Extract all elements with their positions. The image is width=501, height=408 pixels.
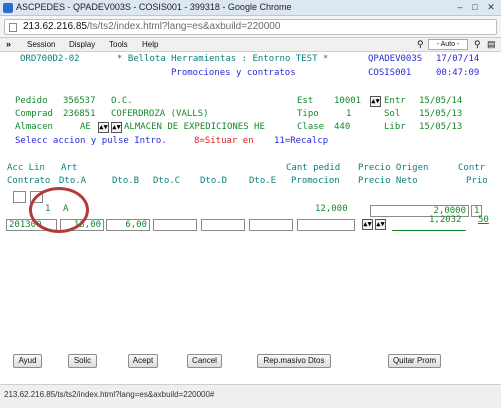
col-dto-b: Dto.B — [112, 176, 140, 186]
print-icon[interactable]: ▤ — [487, 39, 496, 50]
solic-button[interactable]: Solic — [68, 354, 97, 368]
col-prio: Prio — [466, 176, 488, 186]
est-label: Est — [297, 96, 314, 106]
dto-d-input[interactable] — [201, 219, 245, 231]
entr-label: Entr — [384, 96, 406, 106]
quitar-prom-button[interactable]: Quitar Prom — [388, 354, 441, 368]
system-time: 00:47:09 — [436, 68, 480, 78]
comprad-code: 236851 — [63, 109, 96, 119]
dto-e-input[interactable] — [249, 219, 293, 231]
ayud-button[interactable]: Ayud — [13, 354, 42, 368]
entr-value: 15/05/14 — [419, 96, 463, 106]
window-title: ASCPEDES - QPADEV003S - COSIS001 - 39931… — [16, 2, 292, 12]
highlight-circle — [29, 187, 89, 233]
url-path: /ts/ts2/index.html?lang=es&axbuild=22000… — [86, 21, 281, 32]
col-promocion: Promocion — [291, 176, 340, 186]
minimize-icon[interactable]: – — [454, 2, 466, 13]
promocion-input[interactable] — [297, 219, 355, 231]
pedido-value: 356537 — [63, 96, 96, 106]
libr-label: Libr — [384, 122, 406, 132]
promo-prompt2-icon[interactable]: ▲▼ — [375, 219, 386, 230]
url-field[interactable]: 213.62.216.85/ts/ts2/index.html?lang=es&… — [4, 19, 497, 35]
menu-tools[interactable]: Tools — [109, 40, 128, 49]
est-value: 10001 — [334, 96, 362, 106]
col-dto-e: Dto.E — [249, 176, 277, 186]
dto-b-input[interactable]: 6,00 — [106, 219, 150, 231]
acc-input[interactable] — [13, 191, 26, 203]
cancel-button[interactable]: Cancel — [187, 354, 222, 368]
col-contrato: Contrato — [7, 176, 51, 186]
f8-key[interactable]: 8=Situar en — [194, 136, 254, 147]
precio-neto-underline — [392, 230, 466, 231]
pedido-label: Pedido — [15, 96, 48, 106]
status-bar: 213.62.216.85/ts/ts2/index.html?lang=es&… — [0, 384, 501, 408]
screen-subtitle: Promociones y contratos — [171, 68, 296, 78]
key-icon[interactable]: ⚲ — [417, 39, 424, 50]
precio-neto-value: 1,2032 — [429, 215, 462, 225]
user-id: COSIS001 — [368, 68, 412, 78]
emulator-menubar: » Session Display Tools Help ⚲ - Auto - … — [0, 38, 501, 52]
system-date: 17/07/14 — [436, 54, 480, 64]
almacen-code: AE — [80, 122, 91, 132]
libr-value: 15/05/13 — [419, 122, 463, 132]
promo-prompt-icon[interactable]: ▲▼ — [362, 219, 373, 230]
chevron-right-icon[interactable]: » — [6, 39, 11, 49]
col-dto-d: Dto.D — [200, 176, 228, 186]
almacen-name: ALMACEN DE EXPEDICIONES HE — [124, 122, 265, 132]
sol-label: Sol — [384, 109, 401, 119]
terminal-screen: ORD700D2-02 * Bellota Herramientas : Ent… — [0, 52, 501, 384]
url-host: 213.62.216.85 — [23, 21, 87, 32]
tipo-label: Tipo — [297, 109, 319, 119]
almacen-label: Almacen — [15, 122, 53, 132]
window-titlebar: ASCPEDES - QPADEV003S - COSIS001 - 39931… — [0, 0, 501, 16]
col-contr: Contr — [458, 163, 486, 173]
company-line: * Bellota Herramientas : Entorno TEST * — [117, 54, 329, 64]
menu-session[interactable]: Session — [27, 40, 55, 49]
dto-c-input[interactable] — [153, 219, 197, 231]
oc-label: O.C. — [111, 96, 133, 106]
sol-value: 15/05/13 — [419, 109, 463, 119]
address-bar: 213.62.216.85/ts/ts2/index.html?lang=es&… — [0, 16, 501, 38]
col-acc-lin: Acc Lin — [7, 163, 45, 173]
comprad-label: Comprad — [15, 109, 53, 119]
instructions-text: Selecc accion y pulse Intro. — [15, 136, 167, 146]
col-dto-c: Dto.C — [153, 176, 181, 186]
status-url: 213.62.216.85/ts/ts2/index.html?lang=es&… — [4, 390, 215, 399]
device-id: QPADEV003S — [368, 54, 423, 64]
tipo-value: 1 — [346, 109, 352, 119]
clase-value: 440 — [334, 122, 351, 132]
col-precio-origen: Precio Origen — [358, 163, 429, 173]
prio-value[interactable]: 50 — [478, 215, 489, 226]
col-dto-a: Dto.A — [59, 176, 87, 186]
clase-label: Clase — [297, 122, 325, 132]
page-icon — [9, 23, 17, 32]
maximize-icon[interactable]: □ — [469, 2, 481, 13]
close-icon[interactable]: ✕ — [485, 2, 497, 13]
search-icon[interactable]: ⚲ — [474, 39, 481, 50]
app-icon — [3, 3, 13, 13]
cant-pedid-value: 12,000 — [315, 204, 348, 214]
acept-button[interactable]: Acept — [128, 354, 158, 368]
almacen-prompt-icon[interactable]: ▲▼ — [98, 122, 109, 133]
zoom-select[interactable]: - Auto - — [428, 39, 468, 50]
menu-help[interactable]: Help — [142, 40, 158, 49]
f11-key[interactable]: 11=Recalcp — [274, 136, 328, 147]
comprad-name: COFERDROZA (VALLS) — [111, 109, 209, 119]
menu-display[interactable]: Display — [69, 40, 95, 49]
almacen-prompt2-icon[interactable]: ▲▼ — [111, 122, 122, 133]
est-prompt-icon[interactable]: ▲▼ — [370, 96, 381, 107]
col-cant-pedid: Cant pedid — [286, 163, 341, 173]
col-precio-neto: Precio Neto — [358, 176, 418, 186]
program-id: ORD700D2-02 — [20, 54, 80, 64]
col-art: Art — [61, 163, 78, 173]
rep-masivo-dtos-button[interactable]: Rep.masivo Dtos — [257, 354, 331, 368]
